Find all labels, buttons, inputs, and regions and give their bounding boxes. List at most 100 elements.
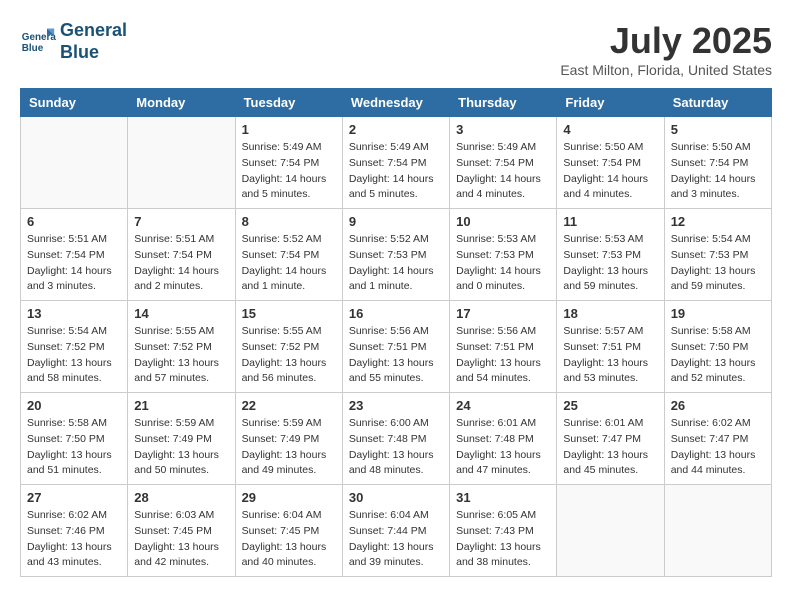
daylight-text: Daylight: 13 hours and 49 minutes. (242, 448, 336, 480)
sunset-text: Sunset: 7:49 PM (242, 432, 336, 448)
daylight-text: Daylight: 13 hours and 40 minutes. (242, 540, 336, 572)
day-number: 28 (134, 490, 228, 505)
calendar-cell: 18 Sunrise: 5:57 AM Sunset: 7:51 PM Dayl… (557, 301, 664, 393)
sunset-text: Sunset: 7:54 PM (671, 156, 765, 172)
logo-icon: General Blue (20, 24, 56, 60)
calendar-cell: 29 Sunrise: 6:04 AM Sunset: 7:45 PM Dayl… (235, 485, 342, 577)
sunset-text: Sunset: 7:54 PM (242, 248, 336, 264)
sunrise-text: Sunrise: 5:54 AM (671, 232, 765, 248)
sunrise-text: Sunrise: 6:04 AM (349, 508, 443, 524)
sunrise-text: Sunrise: 5:49 AM (349, 140, 443, 156)
calendar-cell: 23 Sunrise: 6:00 AM Sunset: 7:48 PM Dayl… (342, 393, 449, 485)
sunset-text: Sunset: 7:45 PM (134, 524, 228, 540)
daylight-text: Daylight: 13 hours and 54 minutes. (456, 356, 550, 388)
sunrise-text: Sunrise: 5:53 AM (563, 232, 657, 248)
calendar-cell: 7 Sunrise: 5:51 AM Sunset: 7:54 PM Dayli… (128, 209, 235, 301)
calendar-cell: 10 Sunrise: 5:53 AM Sunset: 7:53 PM Dayl… (450, 209, 557, 301)
sunset-text: Sunset: 7:48 PM (456, 432, 550, 448)
calendar-cell (557, 485, 664, 577)
calendar-cell: 24 Sunrise: 6:01 AM Sunset: 7:48 PM Dayl… (450, 393, 557, 485)
daylight-text: Daylight: 14 hours and 4 minutes. (456, 172, 550, 204)
sunrise-text: Sunrise: 5:50 AM (563, 140, 657, 156)
sunrise-text: Sunrise: 5:51 AM (134, 232, 228, 248)
sunset-text: Sunset: 7:47 PM (563, 432, 657, 448)
sunset-text: Sunset: 7:54 PM (456, 156, 550, 172)
weekday-header-tuesday: Tuesday (235, 89, 342, 117)
daylight-text: Daylight: 13 hours and 57 minutes. (134, 356, 228, 388)
daylight-text: Daylight: 14 hours and 0 minutes. (456, 264, 550, 296)
day-number: 16 (349, 306, 443, 321)
sunset-text: Sunset: 7:53 PM (456, 248, 550, 264)
calendar-cell (128, 117, 235, 209)
day-number: 7 (134, 214, 228, 229)
day-number: 9 (349, 214, 443, 229)
weekday-header-sunday: Sunday (21, 89, 128, 117)
day-number: 14 (134, 306, 228, 321)
month-year-title: July 2025 (560, 20, 772, 62)
day-info: Sunrise: 5:58 AM Sunset: 7:50 PM Dayligh… (671, 324, 765, 387)
day-info: Sunrise: 5:55 AM Sunset: 7:52 PM Dayligh… (134, 324, 228, 387)
sunrise-text: Sunrise: 5:55 AM (242, 324, 336, 340)
sunset-text: Sunset: 7:51 PM (456, 340, 550, 356)
sunset-text: Sunset: 7:50 PM (27, 432, 121, 448)
calendar-cell: 22 Sunrise: 5:59 AM Sunset: 7:49 PM Dayl… (235, 393, 342, 485)
day-number: 23 (349, 398, 443, 413)
calendar-cell: 21 Sunrise: 5:59 AM Sunset: 7:49 PM Dayl… (128, 393, 235, 485)
day-info: Sunrise: 5:56 AM Sunset: 7:51 PM Dayligh… (456, 324, 550, 387)
title-block: July 2025 East Milton, Florida, United S… (560, 20, 772, 78)
day-number: 4 (563, 122, 657, 137)
day-info: Sunrise: 6:03 AM Sunset: 7:45 PM Dayligh… (134, 508, 228, 571)
daylight-text: Daylight: 14 hours and 2 minutes. (134, 264, 228, 296)
calendar-cell: 31 Sunrise: 6:05 AM Sunset: 7:43 PM Dayl… (450, 485, 557, 577)
day-info: Sunrise: 5:50 AM Sunset: 7:54 PM Dayligh… (563, 140, 657, 203)
calendar-cell: 4 Sunrise: 5:50 AM Sunset: 7:54 PM Dayli… (557, 117, 664, 209)
week-row-2: 6 Sunrise: 5:51 AM Sunset: 7:54 PM Dayli… (21, 209, 772, 301)
day-number: 8 (242, 214, 336, 229)
day-number: 12 (671, 214, 765, 229)
sunrise-text: Sunrise: 5:58 AM (27, 416, 121, 432)
day-info: Sunrise: 5:51 AM Sunset: 7:54 PM Dayligh… (134, 232, 228, 295)
sunrise-text: Sunrise: 5:55 AM (134, 324, 228, 340)
calendar-cell: 15 Sunrise: 5:55 AM Sunset: 7:52 PM Dayl… (235, 301, 342, 393)
day-info: Sunrise: 5:58 AM Sunset: 7:50 PM Dayligh… (27, 416, 121, 479)
svg-text:Blue: Blue (22, 43, 44, 54)
day-number: 5 (671, 122, 765, 137)
daylight-text: Daylight: 13 hours and 59 minutes. (671, 264, 765, 296)
sunset-text: Sunset: 7:52 PM (242, 340, 336, 356)
calendar-cell: 3 Sunrise: 5:49 AM Sunset: 7:54 PM Dayli… (450, 117, 557, 209)
logo: General Blue General Blue (20, 20, 127, 63)
sunset-text: Sunset: 7:43 PM (456, 524, 550, 540)
day-info: Sunrise: 5:52 AM Sunset: 7:54 PM Dayligh… (242, 232, 336, 295)
logo-text-line1: General (60, 20, 127, 42)
calendar-cell: 13 Sunrise: 5:54 AM Sunset: 7:52 PM Dayl… (21, 301, 128, 393)
sunrise-text: Sunrise: 5:52 AM (349, 232, 443, 248)
day-info: Sunrise: 6:04 AM Sunset: 7:44 PM Dayligh… (349, 508, 443, 571)
sunset-text: Sunset: 7:51 PM (563, 340, 657, 356)
day-number: 27 (27, 490, 121, 505)
sunrise-text: Sunrise: 5:59 AM (134, 416, 228, 432)
day-number: 24 (456, 398, 550, 413)
sunrise-text: Sunrise: 6:01 AM (456, 416, 550, 432)
calendar-cell: 12 Sunrise: 5:54 AM Sunset: 7:53 PM Dayl… (664, 209, 771, 301)
day-info: Sunrise: 6:04 AM Sunset: 7:45 PM Dayligh… (242, 508, 336, 571)
sunset-text: Sunset: 7:54 PM (349, 156, 443, 172)
daylight-text: Daylight: 13 hours and 58 minutes. (27, 356, 121, 388)
daylight-text: Daylight: 14 hours and 1 minute. (349, 264, 443, 296)
sunset-text: Sunset: 7:49 PM (134, 432, 228, 448)
sunset-text: Sunset: 7:50 PM (671, 340, 765, 356)
sunset-text: Sunset: 7:48 PM (349, 432, 443, 448)
day-info: Sunrise: 5:49 AM Sunset: 7:54 PM Dayligh… (349, 140, 443, 203)
day-number: 29 (242, 490, 336, 505)
calendar-table: SundayMondayTuesdayWednesdayThursdayFrid… (20, 88, 772, 577)
day-info: Sunrise: 6:00 AM Sunset: 7:48 PM Dayligh… (349, 416, 443, 479)
daylight-text: Daylight: 14 hours and 3 minutes. (27, 264, 121, 296)
calendar-cell: 27 Sunrise: 6:02 AM Sunset: 7:46 PM Dayl… (21, 485, 128, 577)
sunset-text: Sunset: 7:54 PM (27, 248, 121, 264)
daylight-text: Daylight: 13 hours and 45 minutes. (563, 448, 657, 480)
calendar-cell: 16 Sunrise: 5:56 AM Sunset: 7:51 PM Dayl… (342, 301, 449, 393)
daylight-text: Daylight: 13 hours and 44 minutes. (671, 448, 765, 480)
day-number: 21 (134, 398, 228, 413)
day-number: 2 (349, 122, 443, 137)
weekday-header-thursday: Thursday (450, 89, 557, 117)
weekday-header-friday: Friday (557, 89, 664, 117)
